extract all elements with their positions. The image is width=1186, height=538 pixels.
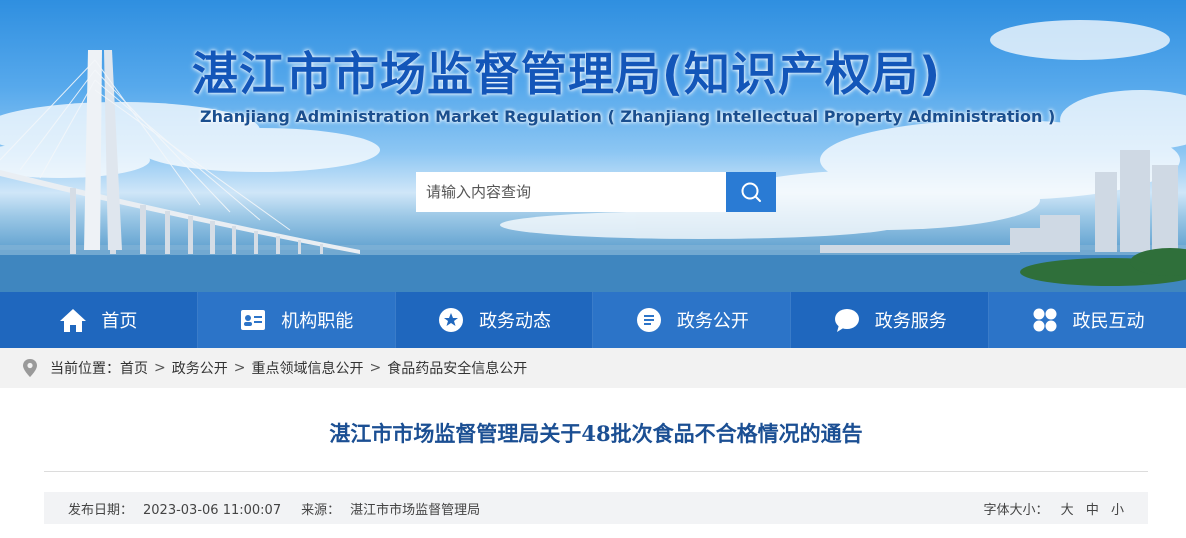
breadcrumb-prefix: 当前位置： (50, 361, 120, 377)
nav-item-home[interactable]: 首页 (0, 292, 198, 348)
source: 湛江市市场监督管理局 (350, 502, 481, 518)
site-title: 湛江市市场监督管理局(知识产权局) (192, 47, 942, 101)
article-title: 湛江市市场监督管理局关于48批次食品不合格情况的通告 (329, 421, 863, 446)
nav-item-label: 政务服务 (874, 311, 947, 332)
id-card-icon (239, 306, 267, 334)
publish-date: 2023-03-06 11:00:07 (143, 502, 282, 518)
site-subtitle: Zhanjiang Administration Market Regulati… (200, 107, 1056, 126)
search-bar (416, 172, 776, 212)
document-icon (635, 306, 663, 334)
main-nav: 首页 机构职能 政务动态 政务公开 政务服务 政民互动 (0, 292, 1186, 348)
nav-item-disclosure[interactable]: 政务公开 (593, 292, 792, 348)
location-pin-icon (22, 358, 38, 378)
nav-item-interaction[interactable]: 政民互动 (989, 292, 1186, 348)
article-meta-bar: 发布日期： 2023-03-06 11:00:07 来源： 湛江市市场监督管理局 字体… (44, 492, 1148, 524)
nav-item-news[interactable]: 政务动态 (396, 292, 594, 348)
nav-item-organization[interactable]: 机构职能 (197, 292, 396, 348)
nav-item-label: 政民互动 (1072, 311, 1145, 332)
search-input[interactable] (416, 172, 726, 212)
nav-item-label: 政务公开 (676, 311, 749, 332)
divider (44, 471, 1148, 472)
nav-item-label: 机构职能 (281, 311, 354, 332)
font-size-small[interactable]: 小 (1111, 503, 1124, 518)
breadcrumb-separator: > (154, 360, 166, 376)
breadcrumb-separator: > (233, 360, 246, 376)
font-size-large[interactable]: 大 (1061, 503, 1074, 518)
font-size-controls: 字体大小： 大 中 小 (976, 499, 1124, 518)
search-icon (741, 182, 761, 202)
font-size-label: 字体大小： (983, 502, 1049, 518)
search-button[interactable] (726, 172, 776, 212)
chat-bubble-icon (833, 306, 861, 334)
star-icon (437, 306, 465, 334)
nav-item-label: 政务动态 (479, 311, 552, 332)
article-meta: 发布日期： 2023-03-06 11:00:07 来源： 湛江市市场监督管理局 (68, 499, 490, 518)
breadcrumb-key-areas[interactable]: 重点领域信息公开 (251, 358, 363, 378)
breadcrumb-separator: > (369, 360, 382, 376)
home-icon (59, 306, 87, 334)
publish-date-label: 发布日期： (68, 502, 134, 518)
source-label: 来源： (301, 502, 341, 518)
breadcrumb-food-drug[interactable]: 食品药品安全信息公开 (387, 358, 527, 378)
grid-icon (1031, 306, 1059, 334)
nav-item-services[interactable]: 政务服务 (791, 292, 990, 348)
font-size-medium[interactable]: 中 (1086, 503, 1099, 518)
nav-item-label: 首页 (101, 311, 138, 332)
breadcrumb: 当前位置： 首页 > 政务公开 > 重点领域信息公开 > 食品药品安全信息公开 (0, 348, 1186, 388)
header-banner: 湛江市市场监督管理局(知识产权局) Zhanjiang Administrati… (0, 0, 1186, 292)
breadcrumb-home[interactable]: 首页 (120, 358, 148, 378)
breadcrumb-disclosure[interactable]: 政务公开 (172, 358, 228, 378)
